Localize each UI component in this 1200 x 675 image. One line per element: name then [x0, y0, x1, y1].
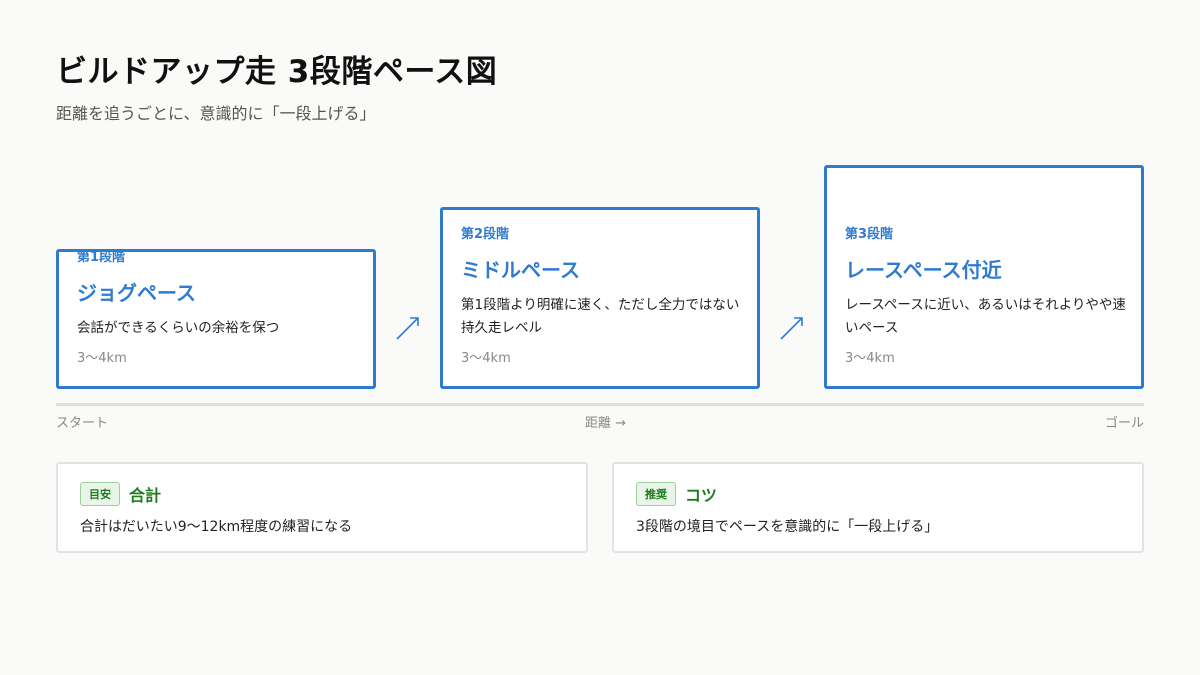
stage-description: 会話ができるくらいの余裕を保つ [77, 320, 280, 336]
page-title: ビルドアップ走 3段階ペース図 [56, 54, 498, 90]
stage-card-3: 第3段階 レースペース付近 レースペースに近い、あるいはそれよりやや速いペース … [824, 165, 1144, 389]
info-header: 推奨 コツ [636, 482, 1120, 506]
stage-card-2: 第2段階 ミドルペース 第1段階より明確に速く、ただし全力ではない持久走レベル … [440, 207, 760, 389]
info-header: 目安 合計 [80, 482, 564, 506]
stage-label: 第2段階 [461, 227, 510, 242]
stage-description: レースペースに近い、あるいはそれよりやや速いペース [845, 297, 1126, 336]
info-title: コツ [685, 486, 718, 505]
stage-content: 第2段階 ミドルペース 第1段階より明確に速く、ただし全力ではない持久走レベル … [461, 223, 743, 366]
page: ビルドアップ走 3段階ペース図 距離を追うごとに、意識的に「一段上げる」 第1段… [0, 0, 1200, 675]
stage-name: レースペース付近 [845, 258, 1002, 282]
stage-range: 3〜4km [845, 351, 895, 366]
arrow-up-right-icon [780, 317, 803, 340]
info-box-tip: 推奨 コツ 3段階の境目でペースを意識的に「一段上げる」 [612, 462, 1144, 553]
info-text: 3段階の境目でペースを意識的に「一段上げる」 [636, 519, 939, 535]
arrow-up-right-icon [396, 317, 419, 340]
stage-card-1: 第1段階 ジョグペース 会話ができるくらいの余裕を保つ 3〜4km [56, 249, 376, 389]
stage-range: 3〜4km [77, 351, 127, 366]
info-title: 合計 [129, 486, 162, 505]
axis-goal-label: ゴール [1104, 416, 1144, 431]
stage-description: 第1段階より明確に速く、ただし全力ではない持久走レベル [461, 297, 740, 336]
stage-label: 第1段階 [77, 250, 126, 265]
info-text: 合計はだいたい9〜12km程度の練習になる [80, 519, 353, 535]
stage-name: ミドルペース [461, 258, 580, 282]
distance-axis [56, 403, 1144, 406]
axis-start-label: スタート [56, 416, 109, 431]
page-subtitle: 距離を追うごとに、意識的に「一段上げる」 [56, 104, 376, 123]
stage-content: 第1段階 ジョグペース 会話ができるくらいの余裕を保つ 3〜4km [77, 246, 359, 366]
stage-range: 3〜4km [461, 351, 511, 366]
stage-name: ジョグペース [77, 281, 196, 305]
info-box-total: 目安 合計 合計はだいたい9〜12km程度の練習になる [56, 462, 588, 553]
info-badge: 推奨 [636, 482, 676, 506]
info-badge: 目安 [80, 482, 120, 506]
stage-label: 第3段階 [845, 227, 894, 242]
axis-distance-label: 距離 → [585, 416, 627, 431]
stage-content: 第3段階 レースペース付近 レースペースに近い、あるいはそれよりやや速いペース … [845, 223, 1127, 366]
